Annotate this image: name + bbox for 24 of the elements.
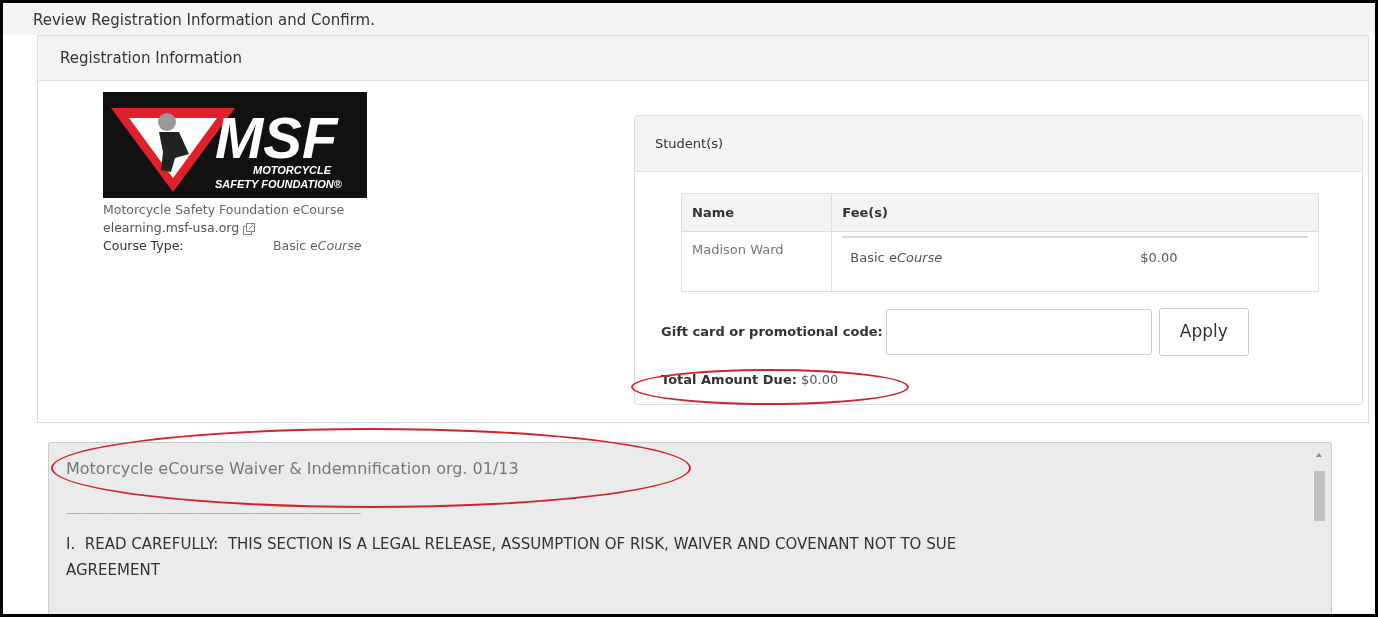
total-label: Total Amount Due: <box>661 372 797 387</box>
fee-item: Basic eCourse <box>842 237 1133 278</box>
card-title: Student(s) <box>635 116 1362 172</box>
waiver-title: Motorcycle eCourse Waiver & Indemnification org. 01/13 <box>66 458 520 480</box>
external-link-icon[interactable] <box>243 222 256 235</box>
column-header: Fee(s) <box>831 193 1319 232</box>
course-type-value: Basic eCourse <box>273 237 362 255</box>
course-type-label: Course Type: <box>103 237 185 255</box>
apply-button[interactable]: Apply <box>1158 308 1249 356</box>
scroll-up-icon[interactable] <box>1316 453 1322 457</box>
promo-code-field[interactable] <box>885 309 1152 355</box>
promo-label: Gift card or promotional code: <box>661 323 883 342</box>
page-title: Review Registration Information and Confirm. <box>3 3 1375 35</box>
course-name: Motorcycle Safety Foundation eCourse <box>103 201 346 219</box>
student-name: Madison Ward <box>681 231 832 292</box>
separator-line: ---------------------------------------------------------------------------------------------------- <box>66 507 362 520</box>
logo: MSF MOTORCYCLE SAFETY FOUNDATION® <box>103 92 367 198</box>
course-link[interactable]: elearning.msf-usa.org <box>103 220 240 235</box>
waiver-paragraph: I. READ CAREFULLY: THIS SECTION IS A LEGAL RELEASE, ASSUMPTION OF RISK, WAIVER AND COVENANT NOT TO SUE AGREEMENT <box>66 533 958 581</box>
scrollbar-thumb[interactable] <box>1314 471 1325 521</box>
total-value: $0.00 <box>801 372 839 387</box>
fee-amount: $0.00 <box>1132 237 1308 278</box>
column-header: Name <box>681 193 832 232</box>
panel-title: Registration Information <box>38 36 1368 81</box>
